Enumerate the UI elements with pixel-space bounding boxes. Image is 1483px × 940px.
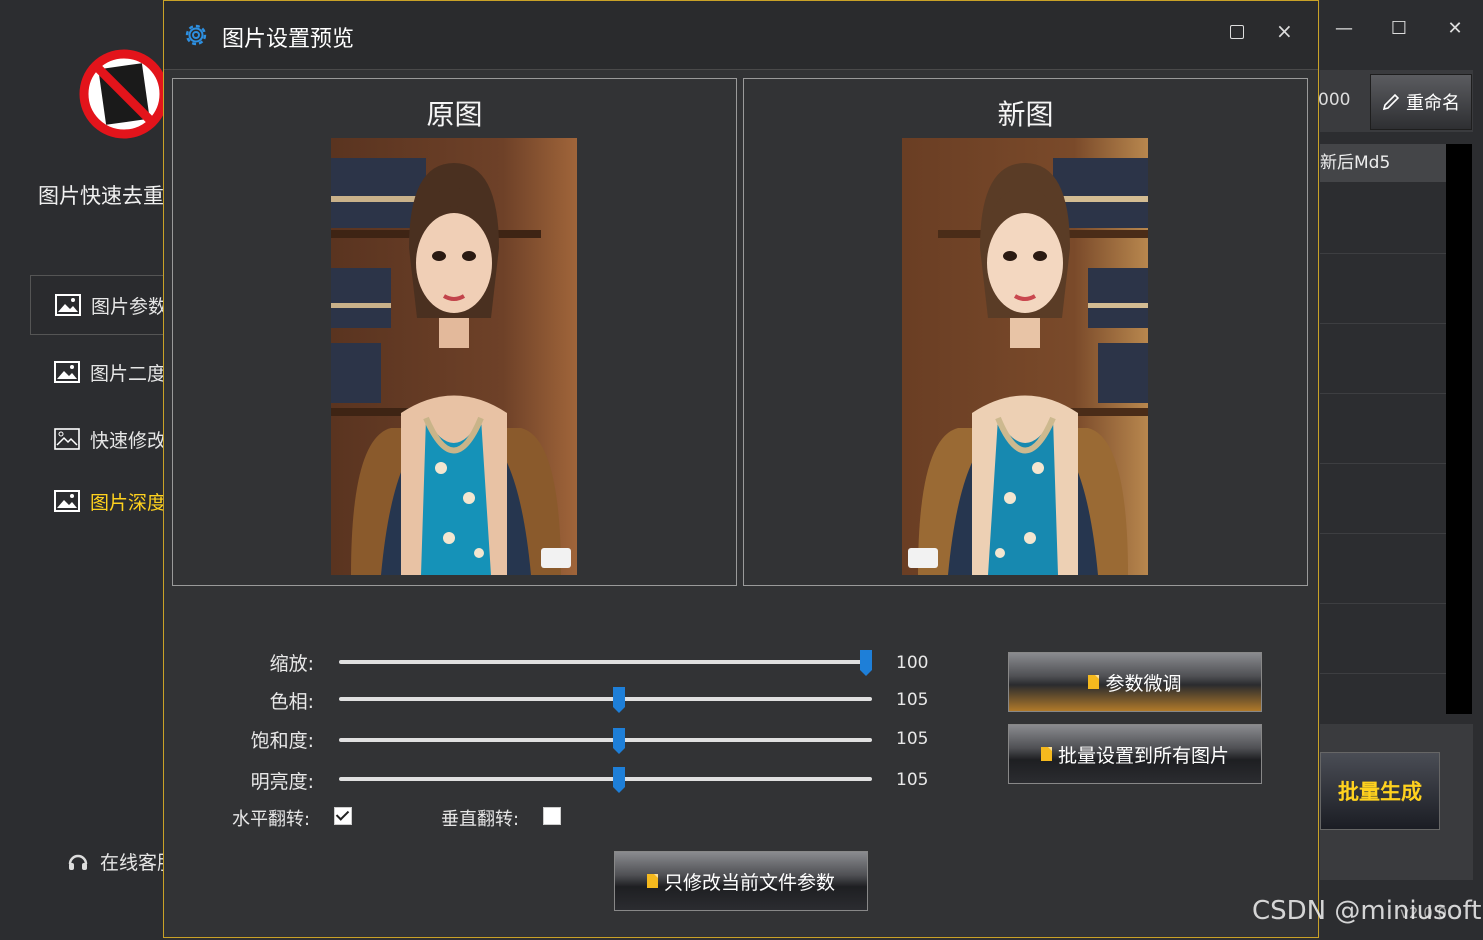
table-row-divider (1320, 673, 1446, 674)
app-title: 图片快速去重 (38, 184, 164, 208)
rename-label: 重命名 (1406, 93, 1460, 114)
table-scrollbar[interactable] (1446, 144, 1472, 714)
brightness-label: 明亮度: (250, 771, 314, 793)
only-current-label: 只修改当前文件参数 (663, 871, 835, 894)
vertical-flip-label: 垂直翻转: (441, 809, 520, 830)
zoom-label: 缩放: (269, 653, 314, 675)
image-icon (55, 294, 81, 316)
gear-icon (185, 24, 207, 46)
only-current-button[interactable]: 只修改当前文件参数 (614, 851, 868, 911)
saturation-value: 105 (896, 729, 929, 749)
original-image-panel: 原图 (172, 78, 737, 586)
batch-generate-button[interactable]: 批量生成 (1320, 752, 1440, 830)
nav-label: 图片参数 (91, 295, 168, 318)
slider-thumb[interactable] (612, 767, 625, 793)
dialog-titlebar: 图片设置预览 × (164, 1, 1318, 70)
table-row-divider (1320, 393, 1446, 394)
horizontal-flip-checkbox[interactable] (334, 807, 352, 825)
vertical-flip-checkbox[interactable] (543, 807, 561, 825)
batch-apply-button[interactable]: 批量设置到所有图片 (1008, 724, 1262, 784)
maximize-icon[interactable] (1230, 25, 1244, 39)
table-row-divider (1320, 603, 1446, 604)
dialog-close-button[interactable]: × (1276, 19, 1293, 43)
zoom-slider[interactable] (339, 650, 872, 676)
horizontal-flip-label: 水平翻转: (232, 809, 311, 830)
zoom-value: 100 (896, 653, 929, 673)
slider-thumb[interactable] (860, 650, 872, 676)
nav-label: 图片二度 (90, 362, 167, 385)
nav-item-deep[interactable]: 图片深度 (30, 472, 170, 530)
nav-item-image-params[interactable]: 图片参数 (30, 275, 172, 335)
hue-value: 105 (896, 690, 929, 710)
image-file-icon (1040, 747, 1052, 761)
slider-thumb[interactable] (612, 687, 625, 713)
number-field[interactable]: 000 (1318, 90, 1350, 110)
table-row-divider (1320, 533, 1446, 534)
image-icon (54, 490, 80, 512)
headset-icon (68, 854, 88, 870)
hue-slider[interactable] (339, 687, 872, 713)
new-image-panel: 新图 (743, 78, 1308, 586)
original-photo (331, 138, 577, 575)
saturation-slider[interactable] (339, 728, 872, 754)
online-service-link[interactable]: 在线客服 (66, 848, 176, 875)
nav-label: 图片深度 (90, 491, 167, 514)
close-button[interactable]: ✕ (1440, 18, 1470, 39)
maximize-button[interactable]: ☐ (1384, 18, 1414, 39)
batch-apply-label: 批量设置到所有图片 (1057, 744, 1229, 767)
app-logo (76, 44, 169, 144)
table-row-divider (1320, 463, 1446, 464)
table-row-divider (1320, 253, 1446, 254)
watermark: CSDN @miniusoft (1252, 896, 1482, 926)
brightness-slider[interactable] (339, 767, 872, 793)
rename-button[interactable]: 重命名 (1370, 74, 1472, 130)
image-settings-dialog: 图片设置预览 × 原图 新图 缩放: 100 色相: 105 饱和度: 105 … (163, 0, 1319, 938)
finetune-button[interactable]: 参数微调 (1008, 652, 1262, 712)
image-file-icon (646, 874, 658, 888)
finetune-label: 参数微调 (1105, 672, 1182, 695)
hue-label: 色相: (269, 691, 314, 713)
nav-item-second[interactable]: 图片二度 (30, 343, 170, 401)
new-photo (902, 138, 1148, 575)
minimize-button[interactable]: — (1329, 18, 1359, 39)
nav-item-quick-edit[interactable]: 快速修改 (30, 410, 170, 468)
nav-label: 快速修改 (90, 429, 167, 452)
dialog-title: 图片设置预览 (222, 27, 355, 52)
table-row-divider (1320, 323, 1446, 324)
image-edit-icon (54, 428, 80, 450)
md5-column-header: 新后Md5 (1320, 144, 1446, 182)
slider-thumb[interactable] (612, 728, 625, 754)
original-title: 原图 (426, 98, 483, 131)
image-file-icon (1088, 675, 1100, 689)
brightness-value: 105 (896, 770, 929, 790)
pencil-icon (1382, 93, 1400, 111)
new-title: 新图 (997, 98, 1054, 131)
saturation-label: 饱和度: (250, 730, 314, 752)
image-icon (54, 361, 80, 383)
